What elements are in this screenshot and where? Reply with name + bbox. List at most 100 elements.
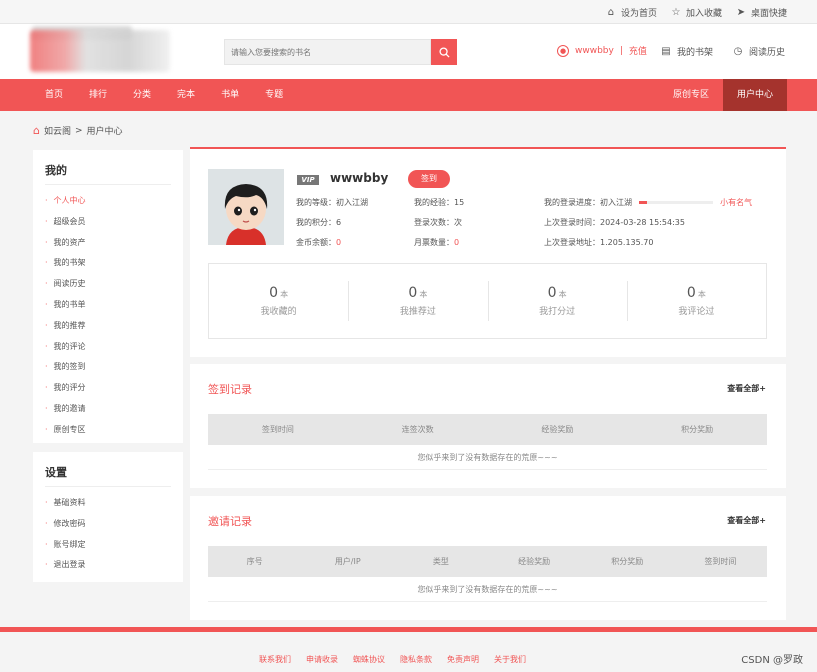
nav-right: 原创专区 用户中心 xyxy=(659,79,787,111)
footer-links: 联系我们 申请收录 蜘蛛协议 隐私条款 免责声明 关于我们 xyxy=(259,654,526,665)
sidebar-item[interactable]: 个人中心 xyxy=(45,191,183,212)
breadcrumb-separator: > xyxy=(75,125,83,136)
nav-item-user-center[interactable]: 用户中心 xyxy=(722,79,787,111)
login-count-info: 登录次数：次 xyxy=(414,218,462,227)
stat-item[interactable]: 0 本我推荐过 xyxy=(348,281,487,321)
signin-empty-message: 您似乎来到了没有数据存在的荒原~~~ xyxy=(208,446,767,470)
desktop-shortcut-link[interactable]: ➤ 桌面快捷 xyxy=(736,6,787,19)
profile-card: VIP wwwbby 签到 我的等级：初入江湖 我的积分：6 金币余额：0 我的… xyxy=(190,147,786,357)
top-utility-bar: ⌂ 设为首页 ☆ 加入收藏 ➤ 桌面快捷 xyxy=(0,0,817,24)
exp-info: 我的经验：15 xyxy=(414,198,465,207)
avatar[interactable] xyxy=(208,169,284,245)
sidebar-my-title: 我的 xyxy=(45,150,171,185)
sidebar-item[interactable]: 我的资产 xyxy=(45,233,183,254)
user-box: ● wwwbby | 充值 xyxy=(557,44,647,57)
stat-item[interactable]: 0 本我收藏的 xyxy=(209,285,348,317)
history-link[interactable]: ◷ 阅读历史 xyxy=(733,45,785,58)
stat-number: 0 xyxy=(686,285,696,301)
nav-item[interactable]: 专题 xyxy=(256,79,292,111)
signin-view-all-link[interactable]: 查看全部+ xyxy=(727,383,766,394)
sidebar-item[interactable]: 我的签到 xyxy=(45,357,183,378)
username-link[interactable]: wwwbby xyxy=(575,46,614,56)
nav-item[interactable]: 排行 xyxy=(80,79,116,111)
sidebar-item[interactable]: 退出登录 xyxy=(45,555,183,576)
invite-empty-message: 您似乎来到了没有数据存在的荒原~~~ xyxy=(208,578,767,602)
points-info: 我的积分：6 xyxy=(296,218,342,227)
invite-records-section: 邀请记录 查看全部+ 序号 用户/IP 类型 经验奖励 积分奖励 签到时间 您似乎来到了没… xyxy=(190,496,786,620)
stat-number: 0 xyxy=(408,285,418,301)
watermark: CSDN @罗政 xyxy=(741,655,803,666)
main-nav: 首页 排行 分类 完本 书单 专题 原创专区 用户中心 xyxy=(0,79,817,111)
bookshelf-link[interactable]: ▤ 我的书架 xyxy=(661,45,713,58)
footer-link[interactable]: 联系我们 xyxy=(259,654,291,665)
breadcrumb-home[interactable]: 如云阁 xyxy=(44,124,71,137)
recharge-link[interactable]: 充值 xyxy=(629,44,647,57)
footer-link[interactable]: 免责声明 xyxy=(447,654,479,665)
home-icon: ⌂ xyxy=(607,6,615,18)
footer-link[interactable]: 关于我们 xyxy=(494,654,526,665)
footer-link[interactable]: 申请收录 xyxy=(306,654,338,665)
sidebar-item[interactable]: 我的书架 xyxy=(45,253,183,274)
monthly-ticket-info: 月票数量：0 xyxy=(414,238,460,247)
last-login-ip-info: 上次登录地址：1.205.135.70 xyxy=(544,238,654,247)
stat-label: 我推荐过 xyxy=(399,307,436,317)
star-icon: ☆ xyxy=(671,6,681,18)
login-progress-bar xyxy=(638,201,713,204)
stat-number: 0 xyxy=(269,285,279,301)
stat-value: 0本 xyxy=(348,285,487,301)
footer-link[interactable]: 蜘蛛协议 xyxy=(353,654,385,665)
nav-item[interactable]: 书单 xyxy=(212,79,248,111)
stat-value: 0本 xyxy=(209,285,348,301)
nav-items: 首页 排行 分类 完本 书单 专题 xyxy=(36,79,300,111)
nav-item[interactable]: 首页 xyxy=(36,79,72,111)
sign-in-button[interactable]: 签到 xyxy=(408,170,450,188)
table-header-cell: 序号 xyxy=(246,557,263,566)
login-progress-info: 我的登录进度：初入江湖 小有名气 xyxy=(544,198,753,207)
search-input[interactable] xyxy=(224,39,431,65)
add-favorite-link[interactable]: ☆ 加入收藏 xyxy=(671,6,722,19)
sidebar-item[interactable]: 我的书单 xyxy=(45,295,183,316)
sidebar-item[interactable]: 我的邀请 xyxy=(45,399,183,420)
nav-item[interactable]: 分类 xyxy=(124,79,160,111)
stat-unit: 本 xyxy=(697,290,706,299)
invite-table-header: 序号 用户/IP 类型 经验奖励 积分奖励 签到时间 xyxy=(208,546,767,577)
nav-item-original[interactable]: 原创专区 xyxy=(659,79,723,111)
stat-item[interactable]: 0 本我评论过 xyxy=(626,281,766,321)
table-header-cell: 积分奖励 xyxy=(681,425,714,434)
separator: | xyxy=(619,45,623,56)
table-header-cell: 经验奖励 xyxy=(541,425,574,434)
sidebar-item[interactable]: 超级会员 xyxy=(45,212,183,233)
sidebar-item[interactable]: 我的评分 xyxy=(45,378,183,399)
signin-records-section: 签到记录 查看全部+ 签到时间 连签次数 经验奖励 积分奖励 您似乎来到了没有数据存在… xyxy=(190,364,786,488)
stat-item[interactable]: 0 本我打分过 xyxy=(487,281,627,321)
sidebar-item[interactable]: 我的评论 xyxy=(45,337,183,358)
sidebar-item[interactable]: 基础资料 xyxy=(45,493,183,514)
avatar-image xyxy=(208,169,284,245)
site-header: ● wwwbby | 充值 ▤ 我的书架 ◷ 阅读历史 xyxy=(0,24,817,79)
nav-item[interactable]: 完本 xyxy=(168,79,204,111)
signin-table-header: 签到时间 连签次数 经验奖励 积分奖励 xyxy=(208,414,767,445)
signin-records-title: 签到记录 xyxy=(208,383,252,396)
site-logo[interactable] xyxy=(30,30,170,72)
book-icon: ▤ xyxy=(661,45,671,57)
search-button[interactable] xyxy=(431,39,457,65)
footer-link[interactable]: 隐私条款 xyxy=(400,654,432,665)
stat-label: 我收藏的 xyxy=(260,307,297,317)
table-header-cell: 用户/IP xyxy=(334,557,361,566)
sidebar-item[interactable]: 修改密码 xyxy=(45,514,183,535)
set-home-link[interactable]: ⌂ 设为首页 xyxy=(606,6,657,19)
sidebar-item[interactable]: 账号绑定 xyxy=(45,535,183,556)
breadcrumb-current: 用户中心 xyxy=(86,127,123,137)
stat-number: 0 xyxy=(547,285,557,301)
sidebar-my-list: 个人中心超级会员我的资产我的书架阅读历史我的书单我的推荐我的评论我的签到我的评分… xyxy=(33,185,183,441)
sidebar-item[interactable]: 原创专区 xyxy=(45,420,183,441)
sidebar-item[interactable]: 阅读历史 xyxy=(45,274,183,295)
stat-unit: 本 xyxy=(419,290,428,299)
profile-username: wwwbby xyxy=(330,171,389,185)
sidebar-item[interactable]: 我的推荐 xyxy=(45,316,183,337)
sidebar-settings-list: 基础资料修改密码账号绑定退出登录 xyxy=(33,487,183,576)
invite-view-all-link[interactable]: 查看全部+ xyxy=(727,515,766,526)
search-icon xyxy=(438,46,450,58)
table-header-cell: 经验奖励 xyxy=(518,557,551,566)
table-header-cell: 签到时间 xyxy=(704,557,737,566)
